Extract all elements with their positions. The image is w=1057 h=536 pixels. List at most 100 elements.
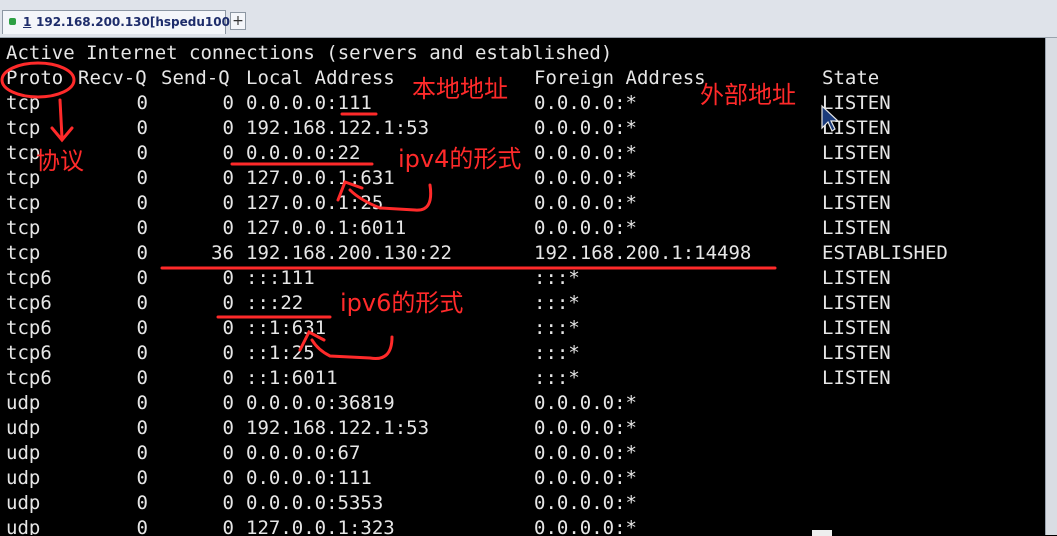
cell-local-address: 127.0.0.1:323: [246, 517, 395, 535]
cell-recv-q: 0: [136, 392, 148, 414]
cell-local-address: ::1:6011: [246, 367, 338, 389]
header-recv-q: Recv-Q: [78, 67, 147, 89]
terminal-output[interactable]: Active Internet connections (servers and…: [0, 38, 1045, 535]
cell-foreign-address: 0.0.0.0:*: [534, 392, 637, 414]
cell-send-q: 0: [222, 92, 234, 114]
tab-number: 1: [23, 15, 32, 29]
cell-recv-q: 0: [136, 92, 148, 114]
cell-proto: udp: [6, 392, 41, 414]
cell-foreign-address: 0.0.0.0:*: [534, 442, 637, 464]
cell-send-q: 0: [222, 317, 234, 339]
cell-proto: udp: [6, 442, 41, 464]
cell-send-q: 0: [222, 217, 234, 239]
table-row: tcp6 0 0::1:25:::* LISTEN: [6, 341, 1006, 366]
cell-proto: udp: [6, 492, 41, 514]
cell-send-q: 0: [222, 467, 234, 489]
cell-state: LISTEN: [822, 342, 891, 364]
cell-local-address: ::1:631: [246, 317, 327, 339]
cell-recv-q: 0: [136, 167, 148, 189]
cell-recv-q: 0: [136, 367, 148, 389]
cell-foreign-address: 0.0.0.0:*: [534, 92, 637, 114]
cell-send-q: 0: [222, 167, 234, 189]
table-row: udp 0 0 127.0.0.1:323 0.0.0.0:*: [6, 516, 1006, 535]
cell-send-q: 0: [222, 142, 234, 164]
cell-foreign-address: 0.0.0.0:*: [534, 492, 637, 514]
cell-recv-q: 0: [136, 467, 148, 489]
cell-foreign-address: 0.0.0.0:*: [534, 167, 637, 189]
cell-foreign-address: 192.168.200.1:14498: [534, 242, 752, 264]
tab-title: 192.168.200.130[hspedu100]: [36, 15, 236, 29]
cell-proto: tcp6: [6, 292, 52, 314]
cell-state: LISTEN: [822, 367, 891, 389]
cell-send-q: 0: [222, 267, 234, 289]
table-row: tcp 0 36 192.168.200.130:22 192.168.200.1:14…: [6, 241, 1006, 266]
note-ipv6-form: ipv6的形式: [340, 289, 464, 317]
table-row: udp 0 0 0.0.0.0:5353 0.0.0.0:*: [6, 491, 1006, 516]
mouse-pointer-icon: [821, 104, 840, 132]
cell-local-address: 0.0.0.0:111: [246, 92, 372, 114]
cell-foreign-address: :::*: [534, 292, 580, 314]
note-ipv4-form: ipv4的形式: [398, 145, 522, 173]
cell-state: LISTEN: [822, 192, 891, 214]
cell-local-address: 0.0.0.0:22: [246, 142, 361, 164]
cell-proto: udp: [6, 417, 41, 439]
cell-send-q: 0: [222, 342, 234, 364]
cell-proto: tcp: [6, 242, 41, 264]
cell-foreign-address: :::*: [534, 317, 580, 339]
cell-local-address: 0.0.0.0:111: [246, 467, 372, 489]
cell-send-q: 0: [222, 367, 234, 389]
cell-local-address: 0.0.0.0:67: [246, 442, 361, 464]
cell-recv-q: 0: [136, 267, 148, 289]
cell-state: LISTEN: [822, 167, 891, 189]
cell-proto: tcp: [6, 92, 41, 114]
cell-local-address: :::22: [246, 292, 304, 314]
table-row: tcp 0 0 192.168.122.1:53 0.0.0.0:* LISTEN: [6, 116, 1006, 141]
vertical-scrollbar[interactable]: [1045, 38, 1057, 535]
note-foreign-address: 外部地址: [700, 81, 796, 109]
cell-proto: tcp6: [6, 367, 52, 389]
cell-local-address: 192.168.200.130:22: [246, 242, 452, 264]
cell-recv-q: 0: [136, 492, 148, 514]
cell-foreign-address: 0.0.0.0:*: [534, 192, 637, 214]
cell-send-q: 0: [222, 192, 234, 214]
cell-send-q: 0: [222, 492, 234, 514]
cell-proto: udp: [6, 517, 41, 535]
table-row: tcp6 0 0:::111:::* LISTEN: [6, 266, 1006, 291]
cell-send-q: 0: [222, 292, 234, 314]
cell-send-q: 0: [222, 392, 234, 414]
session-tab[interactable]: 1 192.168.200.130[hspedu100]: [2, 10, 235, 34]
cell-recv-q: 0: [136, 517, 148, 535]
status-box: [812, 530, 832, 536]
cell-foreign-address: 0.0.0.0:*: [534, 517, 637, 535]
new-tab-button[interactable]: +: [230, 12, 246, 30]
cell-recv-q: 0: [136, 217, 148, 239]
cell-recv-q: 0: [136, 142, 148, 164]
cell-proto: tcp: [6, 192, 41, 214]
cell-state: LISTEN: [822, 292, 891, 314]
cell-local-address: 192.168.122.1:53: [246, 117, 430, 139]
header-send-q: Send-Q: [161, 67, 230, 89]
cell-proto: tcp6: [6, 267, 52, 289]
cell-recv-q: 0: [136, 242, 148, 264]
connected-status-icon: [9, 18, 16, 25]
cell-local-address: :::111: [246, 267, 315, 289]
table-row: tcp 0 0 127.0.0.1:25 0.0.0.0:* LISTEN: [6, 191, 1006, 216]
header-foreign-address: Foreign Address: [534, 67, 706, 89]
table-row: udp 0 0 0.0.0.0:67 0.0.0.0:*: [6, 441, 1006, 466]
cell-foreign-address: 0.0.0.0:*: [534, 117, 637, 139]
cell-local-address: 127.0.0.1:631: [246, 167, 395, 189]
cell-state: ESTABLISHED: [822, 242, 948, 264]
table-row: tcp6 0 0:::22:::* LISTEN: [6, 291, 1006, 316]
cell-foreign-address: 0.0.0.0:*: [534, 417, 637, 439]
cell-recv-q: 0: [136, 292, 148, 314]
cell-local-address: 0.0.0.0:5353: [246, 492, 384, 514]
cell-state: LISTEN: [822, 142, 891, 164]
header-proto: Proto: [6, 67, 64, 89]
cell-proto: tcp6: [6, 342, 52, 364]
cell-local-address: 192.168.122.1:53: [246, 417, 430, 439]
cell-foreign-address: :::*: [534, 267, 580, 289]
cell-foreign-address: :::*: [534, 367, 580, 389]
table-row: tcp6 0 0::1:6011:::* LISTEN: [6, 366, 1006, 391]
cell-state: LISTEN: [822, 217, 891, 239]
cell-local-address: ::1:25: [246, 342, 315, 364]
